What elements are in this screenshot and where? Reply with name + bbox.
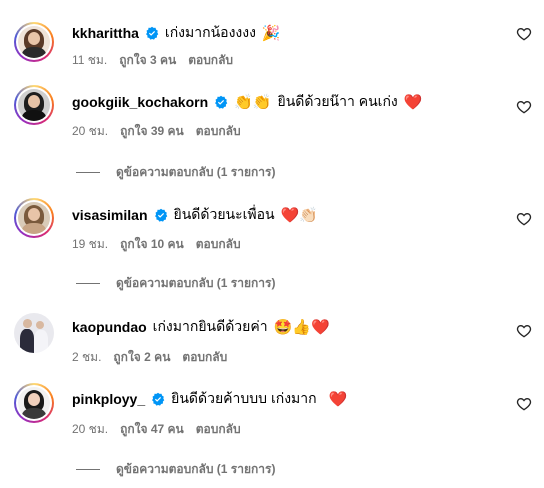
comment-meta: 20 ชม. ถูกใจ 39 คน ตอบกลับ — [72, 122, 241, 141]
comment-line: visasimilan ยินดีด้วยนะเพื่อน ❤️👏🏻 — [72, 204, 318, 226]
avatar[interactable] — [14, 85, 54, 125]
avatar[interactable] — [14, 198, 54, 238]
like-heart-icon[interactable] — [516, 323, 532, 339]
like-heart-icon[interactable] — [516, 211, 532, 227]
view-replies-label: ดูข้อความตอบกลับ (1 รายการ) — [116, 276, 276, 290]
comment-line: kaopundao เก่งมากยินดีด้วยค่า 🤩👍❤️ — [72, 316, 330, 338]
likes-count[interactable]: ถูกใจ 3 คน — [119, 51, 176, 70]
view-replies-label: ดูข้อความตอบกลับ (1 รายการ) — [116, 462, 276, 476]
comment-text: เก่งมากยินดีด้วยค่า — [152, 318, 268, 334]
avatar[interactable] — [14, 22, 54, 62]
comment-line: gookgiik_kochakorn 👏👏 ยินดีด้วยน๊าา คนเก… — [72, 91, 422, 113]
view-replies-button[interactable]: ดูข้อความตอบกลับ (1 รายการ) — [76, 460, 275, 479]
timestamp: 2 ชม. — [72, 350, 102, 364]
heart-and-clap-icon: ❤️👏🏻 — [280, 206, 318, 224]
reply-button[interactable]: ตอบกลับ — [182, 348, 227, 367]
replies-divider — [76, 172, 100, 173]
likes-count[interactable]: ถูกใจ 10 คน — [120, 235, 184, 254]
comment-line: pinkployy_ ยินดีด้วยค้าบบบ เก่งมาก ❤️ — [72, 388, 347, 410]
likes-count[interactable]: ถูกใจ 47 คน — [120, 420, 184, 439]
red-heart-icon: ❤️ — [328, 390, 348, 408]
reply-button[interactable]: ตอบกลับ — [188, 51, 233, 70]
likes-count[interactable]: ถูกใจ 2 คน — [113, 348, 170, 367]
like-heart-icon[interactable] — [516, 396, 532, 412]
red-heart-icon: ❤️ — [403, 93, 423, 111]
star-struck-thumbs-heart-icon: 🤩👍❤️ — [273, 318, 330, 336]
timestamp: 20 ชม. — [72, 124, 109, 138]
reply-button[interactable]: ตอบกลับ — [196, 235, 241, 254]
timestamp: 19 ชม. — [72, 237, 109, 251]
comment-meta: 2 ชม. ถูกใจ 2 คน ตอบกลับ — [72, 348, 227, 367]
username[interactable]: visasimilan — [72, 207, 148, 223]
verified-badge-icon — [146, 26, 159, 40]
comment-meta: 11 ชม. ถูกใจ 3 คน ตอบกลับ — [72, 51, 233, 70]
like-heart-icon[interactable] — [516, 99, 532, 115]
likes-count[interactable]: ถูกใจ 39 คน — [120, 122, 184, 141]
username[interactable]: gookgiik_kochakorn — [72, 94, 208, 110]
username[interactable]: pinkployy_ — [72, 391, 145, 407]
comment-text: เก่งมากน้องงงง — [164, 24, 256, 40]
comment-meta: 19 ชม. ถูกใจ 10 คน ตอบกลับ — [72, 235, 241, 254]
clapping-hands-icon: 👏👏 — [234, 93, 272, 111]
username[interactable]: kkharittha — [72, 25, 139, 41]
avatar[interactable] — [14, 313, 54, 353]
comment-text: ยินดีด้วยค้าบบบ เก่งมาก — [171, 390, 317, 406]
comment-text: ยินดีด้วยน๊าา คนเก่ง — [277, 93, 398, 109]
comment-line: kkharittha เก่งมากน้องงงง 🎉 — [72, 22, 281, 44]
replies-divider — [76, 283, 100, 284]
reply-button[interactable]: ตอบกลับ — [196, 122, 241, 141]
view-replies-label: ดูข้อความตอบกลับ (1 รายการ) — [116, 165, 276, 179]
verified-badge-icon — [154, 208, 167, 222]
verified-badge-icon — [152, 392, 165, 406]
verified-badge-icon — [215, 95, 228, 109]
timestamp: 11 ชม. — [72, 53, 108, 67]
reply-button[interactable]: ตอบกลับ — [196, 420, 241, 439]
username[interactable]: kaopundao — [72, 319, 147, 335]
avatar[interactable] — [14, 383, 54, 423]
comment-text: ยินดีด้วยนะเพื่อน — [173, 206, 275, 222]
party-popper-icon: 🎉 — [261, 24, 281, 42]
comment-meta: 20 ชม. ถูกใจ 47 คน ตอบกลับ — [72, 420, 241, 439]
timestamp: 20 ชม. — [72, 422, 109, 436]
view-replies-button[interactable]: ดูข้อความตอบกลับ (1 รายการ) — [76, 163, 275, 182]
view-replies-button[interactable]: ดูข้อความตอบกลับ (1 รายการ) — [76, 274, 275, 293]
replies-divider — [76, 469, 100, 470]
like-heart-icon[interactable] — [516, 26, 532, 42]
